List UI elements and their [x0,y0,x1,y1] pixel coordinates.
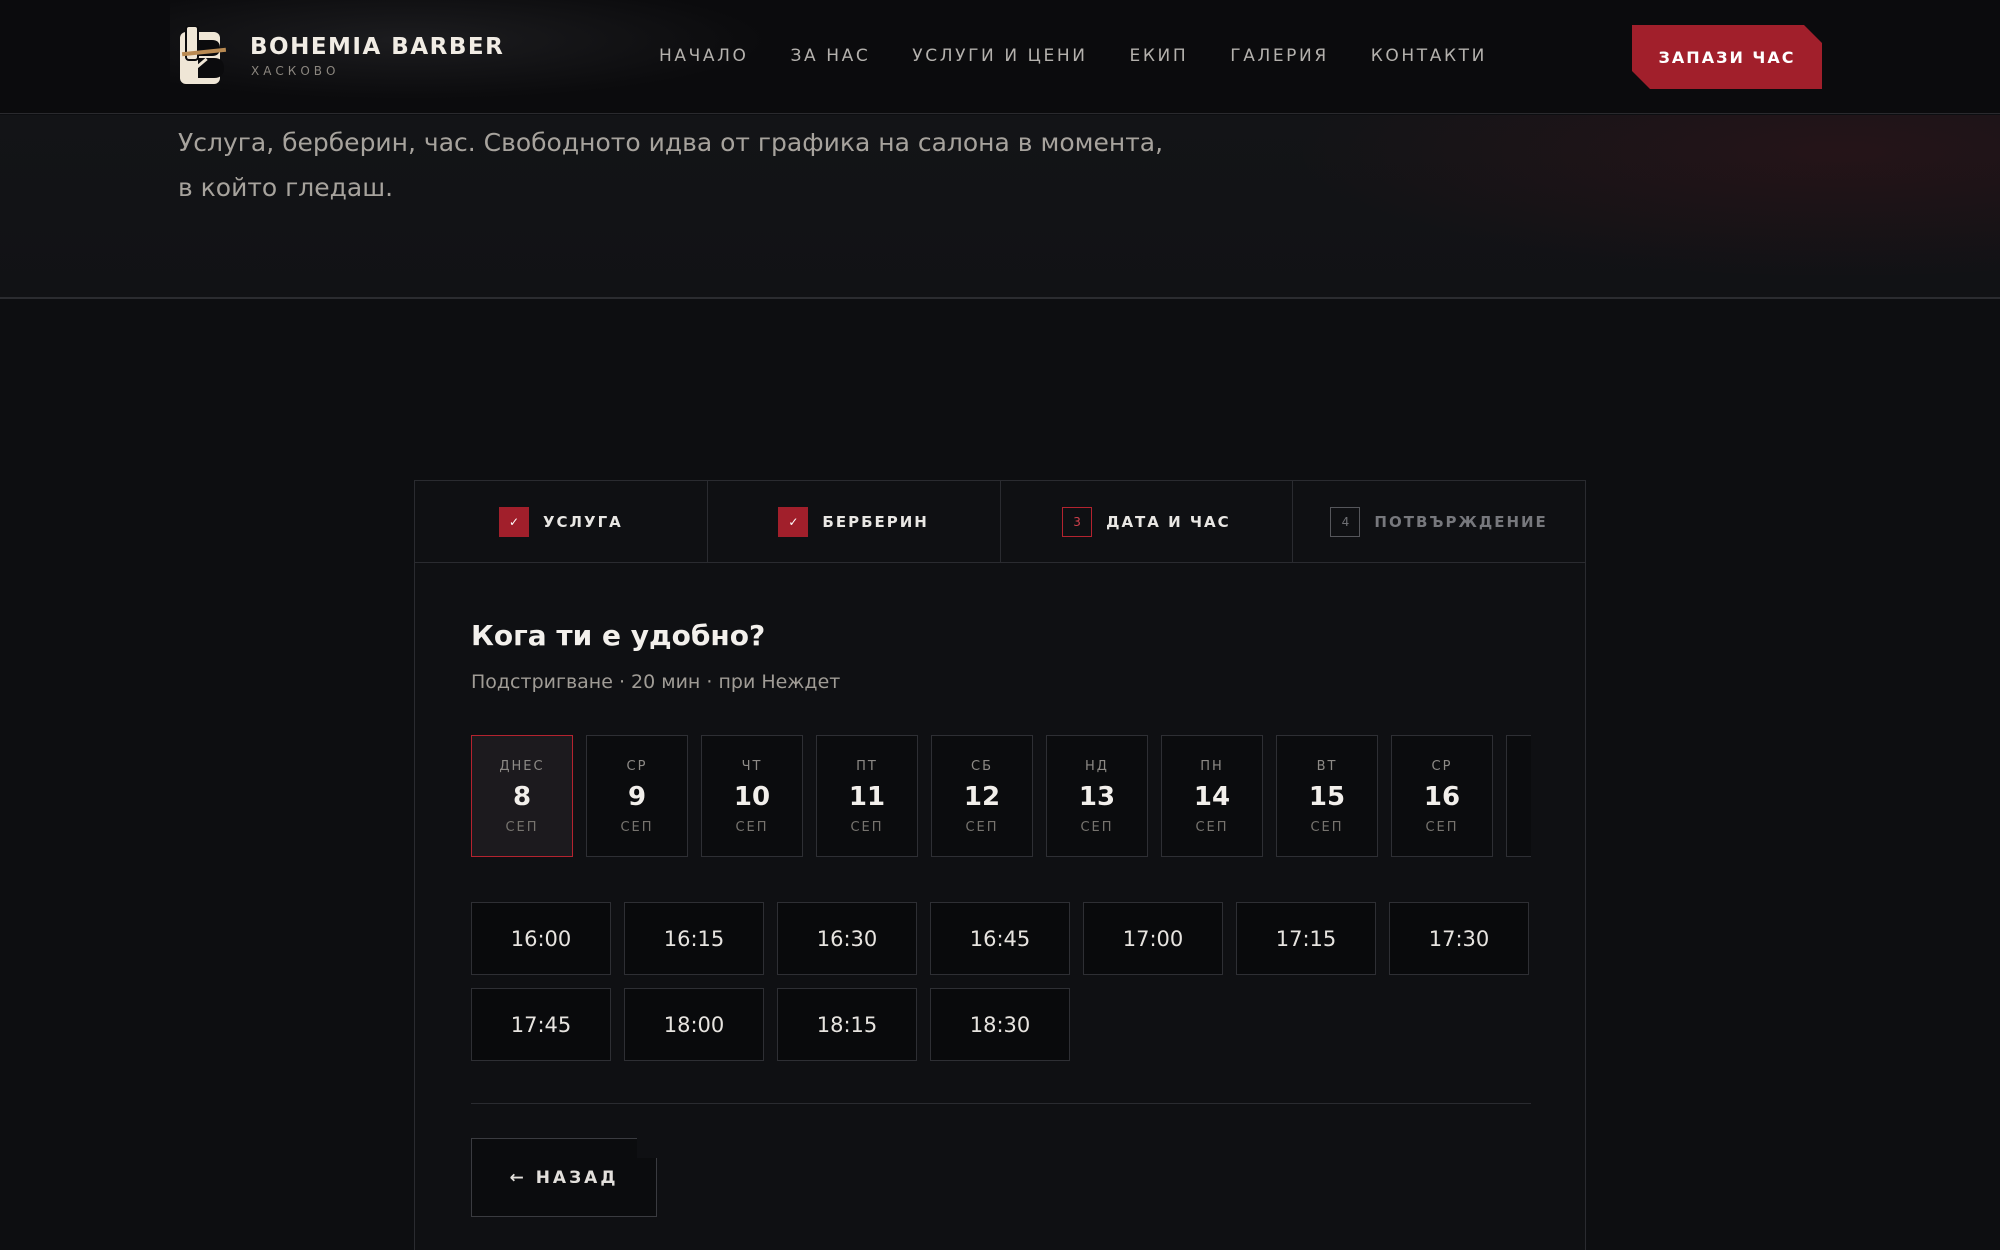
booking-card: ✓ УСЛУГА ✓ БЕРБЕРИН 3 ДАТА И ЧАС 4 ПОТВЪ… [414,480,1586,1250]
day-of-week: ДНЕС [499,759,545,774]
brand-name[interactable]: BOHEMIA BARBER [250,34,504,60]
day-of-week: ЧТ [741,759,763,774]
brand-city: ХАСКОВО [251,64,340,78]
step-label: УСЛУГА [542,513,623,531]
step-date-time[interactable]: 3 ДАТА И ЧАС [1001,481,1294,563]
time-slot[interactable]: 18:15 [777,988,917,1061]
date-card[interactable]: ПН 14 СЕП [1161,735,1263,857]
time-slot[interactable]: 17:00 [1083,902,1223,975]
day-of-week: ПН [1200,759,1224,774]
day-month: СЕП [1195,820,1229,835]
date-card[interactable]: СР 16 СЕП [1391,735,1493,857]
day-of-week: НД [1085,759,1109,774]
day-number: 11 [848,782,886,812]
day-of-week: ВТ [1316,759,1338,774]
nav-item-home[interactable]: НАЧАЛО [659,46,748,66]
day-of-week: СР [626,759,648,774]
day-number: 9 [627,782,647,812]
step-barber[interactable]: ✓ БЕРБЕРИН [708,481,1001,563]
time-slot[interactable]: 16:00 [471,902,611,975]
step-number: 3 [1062,507,1093,537]
date-card[interactable]: ВТ 15 СЕП [1276,735,1378,857]
site-header: BOHEMIA BARBER ХАСКОВО НАЧАЛО ЗА НАС УСЛ… [0,0,2000,114]
time-slot[interactable]: 17:30 [1389,902,1529,975]
date-card[interactable]: НД 13 СЕП [1046,735,1148,857]
day-number: 13 [1078,782,1116,812]
day-month: СЕП [735,820,769,835]
date-card-today[interactable]: ДНЕС 8 СЕП [471,735,573,857]
date-card[interactable]: СБ 12 СЕП [931,735,1033,857]
step-confirmation[interactable]: 4 ПОТВЪРЖДЕНИЕ [1293,481,1585,563]
day-month: СЕП [505,820,539,835]
day-number: 14 [1193,782,1231,812]
booking-title: Кога ти е удобно? [471,619,766,652]
date-picker: ДНЕС 8 СЕП СР 9 СЕП ЧТ 10 СЕП ПТ 11 СЕП … [471,735,1531,859]
book-appointment-button[interactable]: ЗАПАЗИ ЧАС [1632,25,1822,89]
check-icon: ✓ [778,507,809,537]
back-button-label: ← НАЗАД [509,1167,619,1188]
nav-item-team[interactable]: ЕКИП [1130,46,1189,66]
brand-logo-icon[interactable] [180,26,228,86]
step-service[interactable]: ✓ УСЛУГА [415,481,708,563]
date-card-partial[interactable] [1506,735,1531,857]
time-slot[interactable]: 17:15 [1236,902,1376,975]
corner-notch [637,1138,657,1158]
time-slot[interactable]: 16:15 [624,902,764,975]
step-label: ДАТА И ЧАС [1106,513,1231,531]
time-slot[interactable]: 16:30 [777,902,917,975]
intro-glow [1200,115,2000,299]
day-number: 8 [512,782,532,812]
nav-item-gallery[interactable]: ГАЛЕРИЯ [1230,46,1329,66]
intro-text: Услуга, берберин, час. Свободното идва о… [178,128,1164,202]
step-label: ПОТВЪРЖДЕНИЕ [1374,513,1548,531]
check-icon: ✓ [498,507,529,537]
step-number: 4 [1330,507,1361,537]
time-slot[interactable]: 18:00 [624,988,764,1061]
day-month: СЕП [1080,820,1114,835]
time-slots: 16:00 16:15 16:30 16:45 17:00 17:15 17:3… [471,902,1531,1061]
day-of-week: СБ [971,759,993,774]
day-month: СЕП [620,820,654,835]
date-card[interactable]: ЧТ 10 СЕП [701,735,803,857]
day-number: 15 [1308,782,1346,812]
step-label: БЕРБЕРИН [822,513,929,531]
nav-item-contacts[interactable]: КОНТАКТИ [1371,46,1487,66]
time-slot[interactable]: 18:30 [930,988,1070,1061]
booking-summary: Подстригване · 20 мин · при Неждет [471,671,841,693]
divider [471,1103,1531,1104]
day-of-week: СР [1431,759,1453,774]
back-button[interactable]: ← НАЗАД [471,1138,657,1217]
main-nav: НАЧАЛО ЗА НАС УСЛУГИ И ЦЕНИ ЕКИП ГАЛЕРИЯ… [659,46,1529,66]
day-number: 10 [733,782,771,812]
booking-steps: ✓ УСЛУГА ✓ БЕРБЕРИН 3 ДАТА И ЧАС 4 ПОТВЪ… [415,481,1585,563]
day-month: СЕП [1310,820,1344,835]
day-month: СЕП [1425,820,1459,835]
day-month: СЕП [965,820,999,835]
day-number: 16 [1423,782,1461,812]
time-slot[interactable]: 17:45 [471,988,611,1061]
day-number: 12 [963,782,1001,812]
date-card[interactable]: СР 9 СЕП [586,735,688,857]
time-slot[interactable]: 16:45 [930,902,1070,975]
nav-item-services[interactable]: УСЛУГИ И ЦЕНИ [912,46,1087,66]
date-card[interactable]: ПТ 11 СЕП [816,735,918,857]
day-of-week: ПТ [856,759,878,774]
nav-item-about[interactable]: ЗА НАС [790,46,870,66]
day-month: СЕП [850,820,884,835]
